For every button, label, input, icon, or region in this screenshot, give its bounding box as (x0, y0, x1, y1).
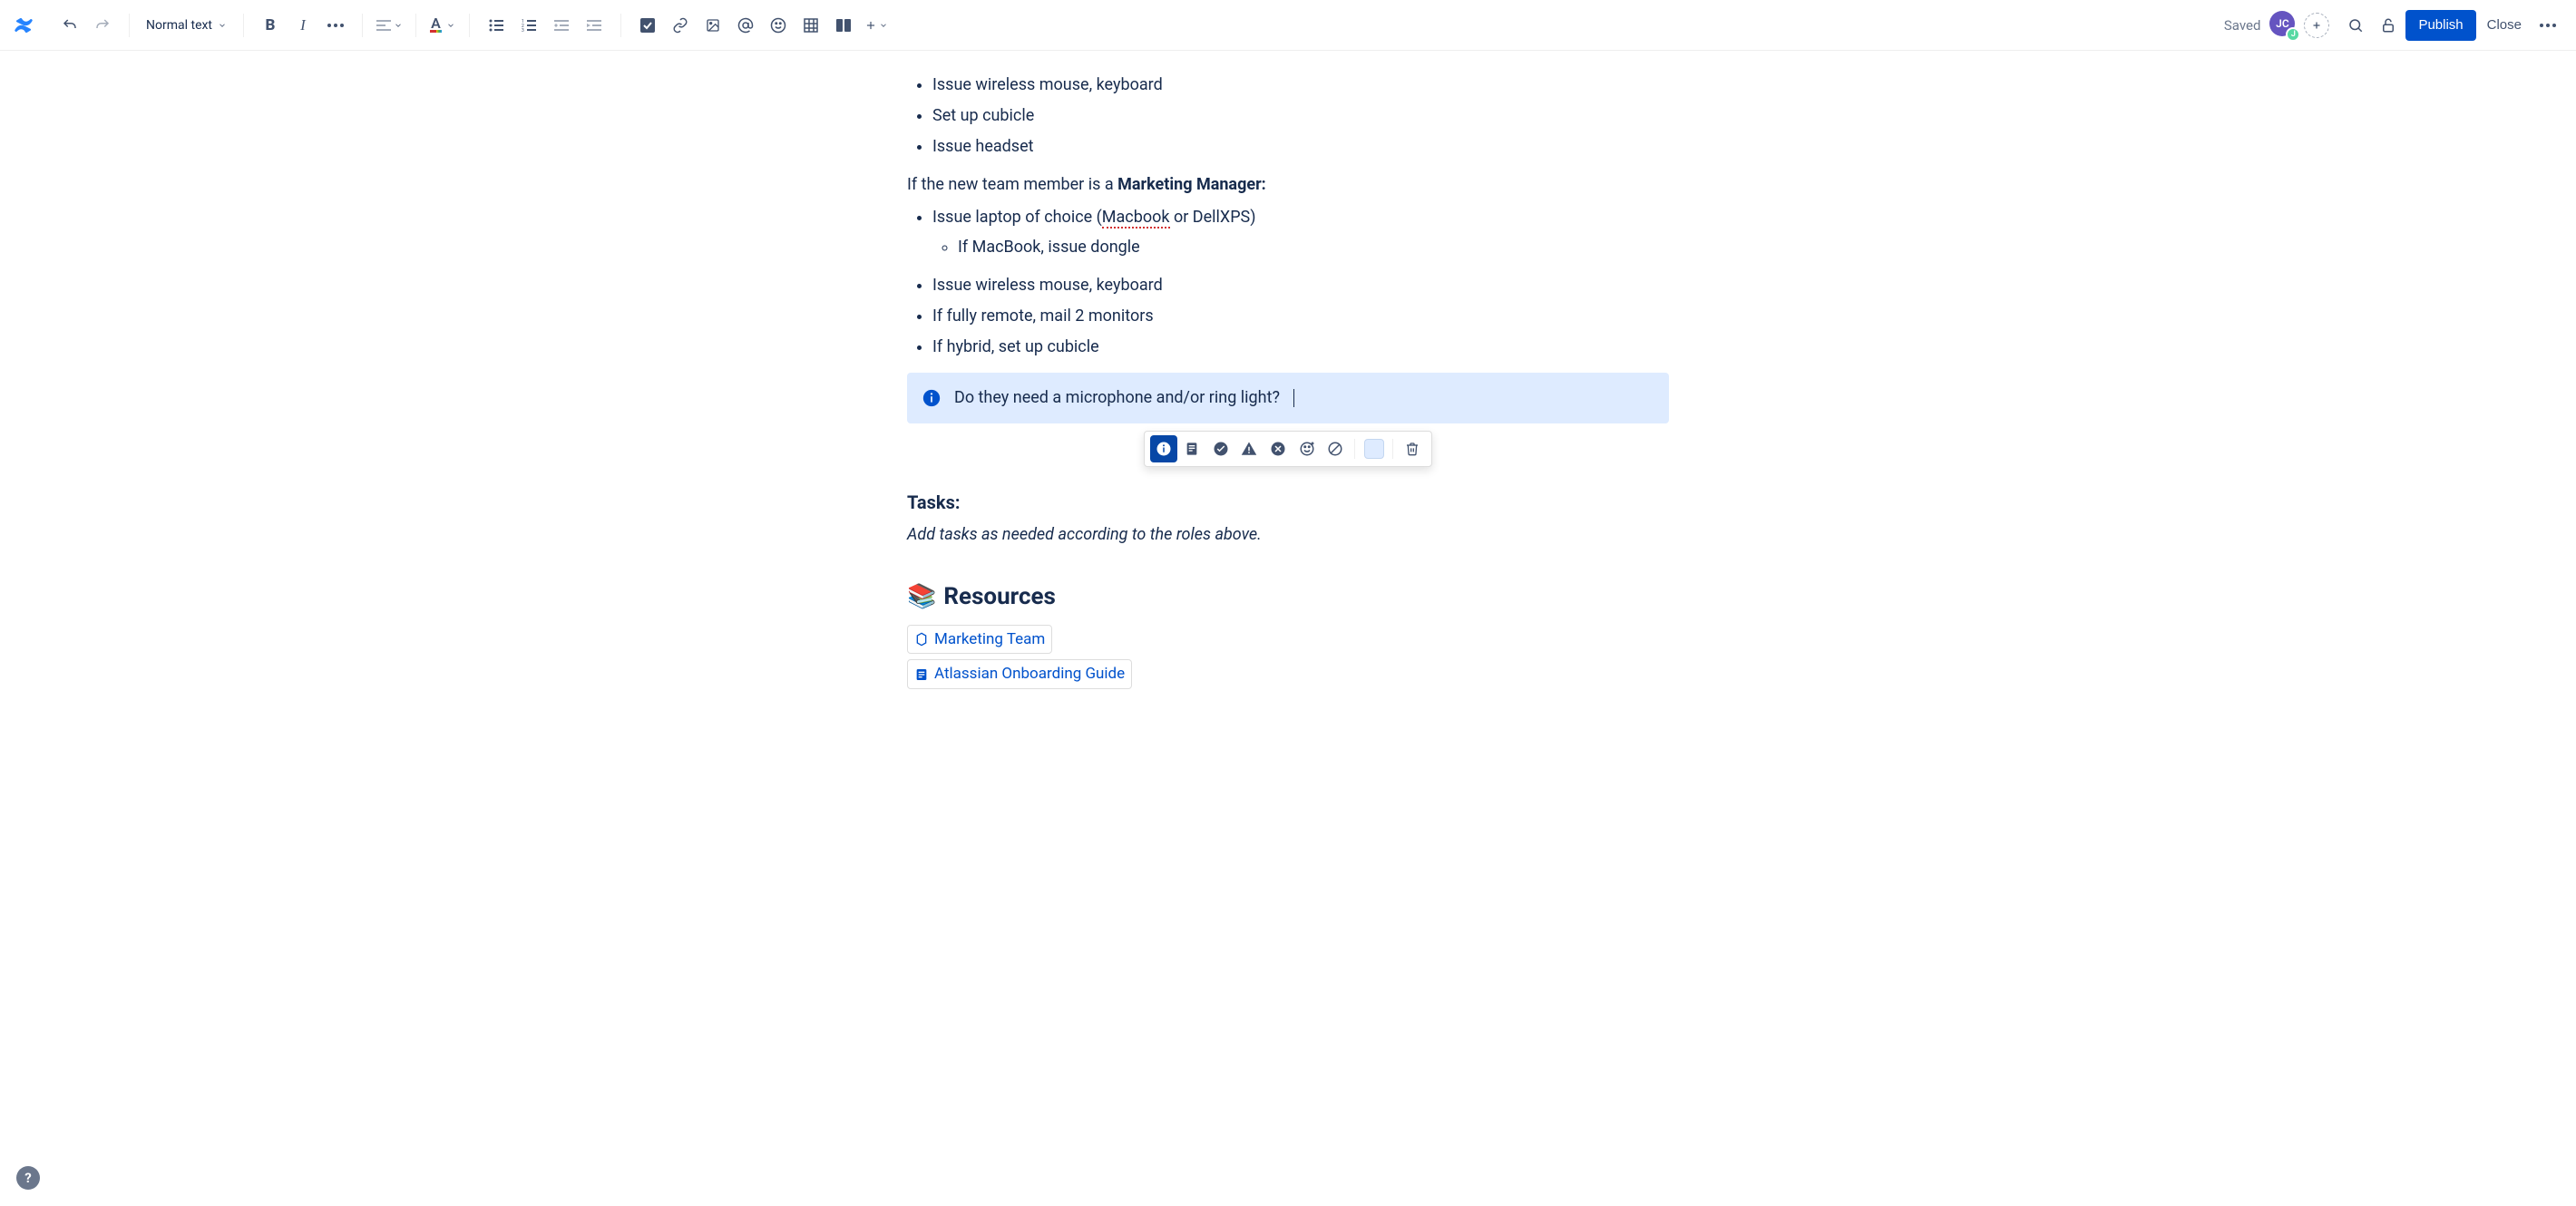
list-item[interactable]: Set up cubicle (932, 103, 1669, 129)
text-color-dropdown[interactable]: A (427, 10, 458, 41)
chip-label: Atlassian Onboarding Guide (934, 662, 1125, 686)
more-actions-button[interactable] (2532, 10, 2563, 41)
list-item[interactable]: Issue wireless mouse, keyboard (932, 73, 1669, 98)
manager-equipment-list: Issue laptop of choice (Macbook or DellX… (907, 205, 1669, 360)
panel-emoji-button[interactable] (1293, 435, 1321, 462)
tasks-heading[interactable]: Tasks: (907, 489, 1669, 517)
image-button[interactable] (698, 10, 728, 41)
page-link-chip[interactable]: Marketing Team (907, 625, 1052, 654)
panel-type-warning-button[interactable] (1236, 435, 1264, 462)
user-avatar[interactable]: JC J (2269, 11, 2298, 40)
numbered-list-button[interactable]: 123 (513, 10, 544, 41)
list-item[interactable]: Issue headset (932, 134, 1669, 160)
text-style-label: Normal text (146, 18, 212, 33)
page-link-icon (914, 632, 929, 647)
close-button[interactable]: Close (2478, 10, 2531, 41)
find-button[interactable] (2340, 10, 2371, 41)
outdent-button[interactable] (546, 10, 577, 41)
chip-label: Marketing Team (934, 627, 1045, 651)
page-icon (914, 667, 929, 682)
panel-type-success-button[interactable] (1207, 435, 1234, 462)
editor-content[interactable]: Issue wireless mouse, keyboard Set up cu… (907, 51, 1669, 728)
alignment-dropdown[interactable] (374, 10, 405, 41)
panel-delete-button[interactable] (1399, 435, 1426, 462)
info-panel[interactable]: Do they need a microphone and/or ring li… (907, 373, 1669, 423)
info-icon (922, 388, 942, 408)
panel-floating-toolbar (1144, 431, 1432, 467)
text-style-dropdown[interactable]: Normal text (141, 10, 232, 41)
role-name: Marketing Manager: (1117, 175, 1266, 194)
panel-type-note-button[interactable] (1179, 435, 1206, 462)
resources-heading[interactable]: 📚 Resources (907, 579, 1669, 615)
help-button[interactable]: ? (16, 1166, 40, 1190)
confluence-logo-icon (13, 15, 34, 36)
role-prefix: If the new team member is a (907, 175, 1117, 194)
panel-type-info-button[interactable] (1150, 435, 1177, 462)
text-cursor (1293, 389, 1294, 407)
layouts-button[interactable] (828, 10, 859, 41)
action-item-button[interactable] (632, 10, 663, 41)
list-item[interactable]: Issue wireless mouse, keyboard (932, 273, 1669, 298)
spellcheck-word[interactable]: Macbook (1102, 208, 1170, 229)
panel-text: Do they need a microphone and/or ring li… (954, 385, 1280, 411)
tasks-subtext[interactable]: Add tasks as needed according to the rol… (907, 522, 1669, 548)
bold-button[interactable]: B (255, 10, 286, 41)
page-link-chip[interactable]: Atlassian Onboarding Guide (907, 659, 1132, 688)
role-condition-line[interactable]: If the new team member is a Marketing Ma… (907, 172, 1669, 198)
presence-badge: J (2286, 27, 2300, 42)
bullet-list-button[interactable] (481, 10, 512, 41)
restrictions-button[interactable] (2373, 10, 2404, 41)
indent-button[interactable] (579, 10, 610, 41)
panel-type-error-button[interactable] (1264, 435, 1292, 462)
invite-button[interactable] (2304, 13, 2329, 38)
books-icon: 📚 (907, 579, 936, 615)
svg-text:3: 3 (522, 28, 524, 32)
italic-button[interactable]: I (288, 10, 318, 41)
editor-toolbar: Normal text B I A 123 (0, 0, 2576, 51)
list-item[interactable]: If fully remote, mail 2 monitors (932, 304, 1669, 329)
resources-heading-text: Resources (943, 579, 1056, 615)
publish-button[interactable]: Publish (2405, 10, 2475, 41)
list-item[interactable]: Issue laptop of choice (Macbook or DellX… (932, 205, 1669, 261)
insert-dropdown[interactable] (861, 10, 892, 41)
emoji-button[interactable] (763, 10, 794, 41)
table-button[interactable] (795, 10, 826, 41)
saved-status: Saved (2224, 17, 2261, 34)
list-item[interactable]: If hybrid, set up cubicle (932, 335, 1669, 360)
undo-button[interactable] (54, 10, 85, 41)
chevron-down-icon (218, 21, 227, 30)
equipment-list: Issue wireless mouse, keyboard Set up cu… (907, 73, 1669, 160)
redo-button[interactable] (87, 10, 118, 41)
panel-no-icon-button[interactable] (1322, 435, 1349, 462)
list-item[interactable]: If MacBook, issue dongle (958, 235, 1669, 260)
mention-button[interactable] (730, 10, 761, 41)
link-button[interactable] (665, 10, 696, 41)
more-formatting-button[interactable] (320, 10, 351, 41)
panel-background-color-button[interactable] (1361, 435, 1388, 462)
